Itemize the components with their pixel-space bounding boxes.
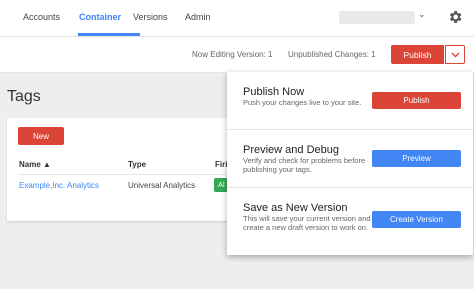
unpublished-changes-text[interactable]: Unpublished Changes: 1	[288, 50, 376, 59]
top-nav: Accounts Container Versions Admin ⌄	[0, 0, 474, 37]
tab-container[interactable]: Container	[79, 12, 121, 22]
account-selector[interactable]	[339, 11, 415, 24]
tag-name-link[interactable]: Example,Inc. Analytics	[19, 181, 99, 190]
option-title: Preview and Debug	[243, 144, 340, 156]
table-divider	[18, 174, 247, 175]
option-title: Save as New Version	[243, 202, 348, 214]
option-description: This will save your current version and …	[243, 214, 371, 232]
tab-versions[interactable]: Versions	[133, 12, 168, 22]
publish-now-button[interactable]: Publish	[372, 92, 461, 109]
option-save-version: Save as New Version This will save your …	[227, 188, 473, 246]
option-description: Push your changes live to your site.	[243, 98, 362, 107]
chevron-down-icon	[451, 52, 459, 57]
page-title: Tags	[7, 88, 41, 105]
gear-icon[interactable]	[447, 9, 463, 25]
option-title: Publish Now	[243, 86, 305, 98]
option-description: Verify and check for problems before pub…	[243, 156, 366, 174]
column-header-firing[interactable]: Firi	[215, 160, 227, 169]
editing-version-text: Now Editing Version: 1	[192, 50, 273, 59]
publish-options-menu: Publish Now Push your changes live to yo…	[227, 72, 473, 255]
tag-type: Universal Analytics	[128, 181, 196, 190]
option-publish-now: Publish Now Push your changes live to yo…	[227, 72, 473, 130]
tags-table-card: New Name ▲ Type Firi Example,Inc. Analyt…	[7, 118, 247, 221]
preview-button[interactable]: Preview	[372, 150, 461, 167]
tab-accounts[interactable]: Accounts	[23, 12, 60, 22]
publish-menu-toggle[interactable]	[445, 45, 465, 64]
active-tab-indicator	[78, 33, 140, 36]
create-version-button[interactable]: Create Version	[372, 211, 461, 228]
chevron-down-icon[interactable]: ⌄	[418, 9, 426, 20]
column-header-type[interactable]: Type	[128, 160, 146, 169]
workspace-toolbar: Now Editing Version: 1 Unpublished Chang…	[0, 37, 474, 73]
option-preview-debug: Preview and Debug Verify and check for p…	[227, 130, 473, 188]
tab-admin[interactable]: Admin	[185, 12, 211, 22]
publish-button[interactable]: Publish	[391, 45, 444, 64]
new-tag-button[interactable]: New	[18, 127, 64, 145]
column-header-name[interactable]: Name ▲	[19, 160, 51, 169]
